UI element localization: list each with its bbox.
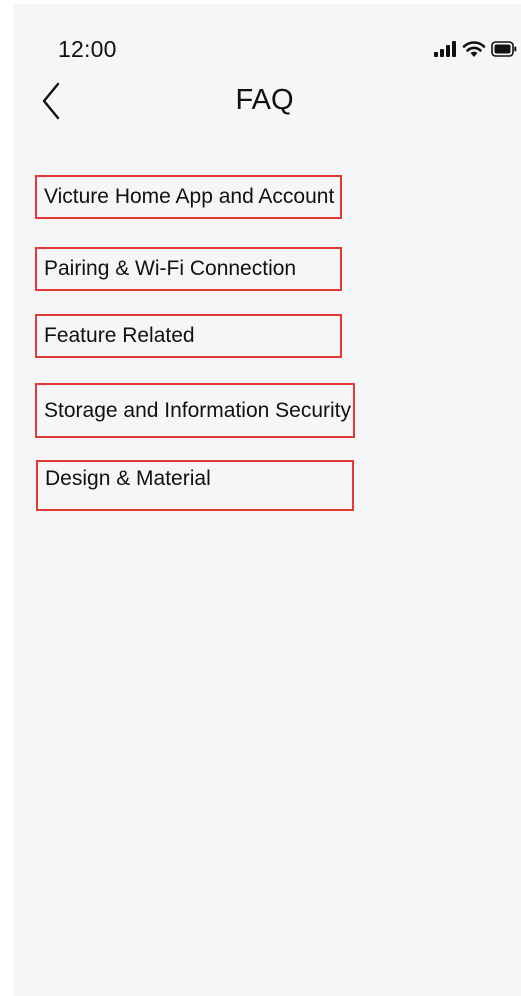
faq-category-app-account[interactable]: Victure Home App and Account [35,175,342,219]
status-time: 12:00 [58,36,117,62]
faq-category-label: Victure Home App and Account [44,185,335,208]
navigation-bar: FAQ [14,74,521,134]
cellular-signal-icon [433,41,457,62]
faq-category-label: Pairing & Wi-Fi Connection [44,257,297,280]
faq-category-feature-related[interactable]: Feature Related [35,314,342,358]
faq-category-pairing-wifi[interactable]: Pairing & Wi-Fi Connection [35,247,342,291]
wifi-icon [462,40,486,63]
faq-category-design-material[interactable]: Design & Material [36,460,354,511]
faq-category-storage-security[interactable]: Storage and Information Security [35,383,355,438]
faq-category-label: Design & Material [45,467,211,490]
status-icons [433,40,517,63]
faq-category-label: Feature Related [44,324,195,347]
battery-icon [491,41,517,62]
faq-category-label: Storage and Information Security [44,398,352,422]
status-bar: 12:00 [14,4,521,64]
page-title: FAQ [235,84,294,116]
faq-screen: 12:00 FAQ Victure Home App and Account P… [14,4,521,996]
